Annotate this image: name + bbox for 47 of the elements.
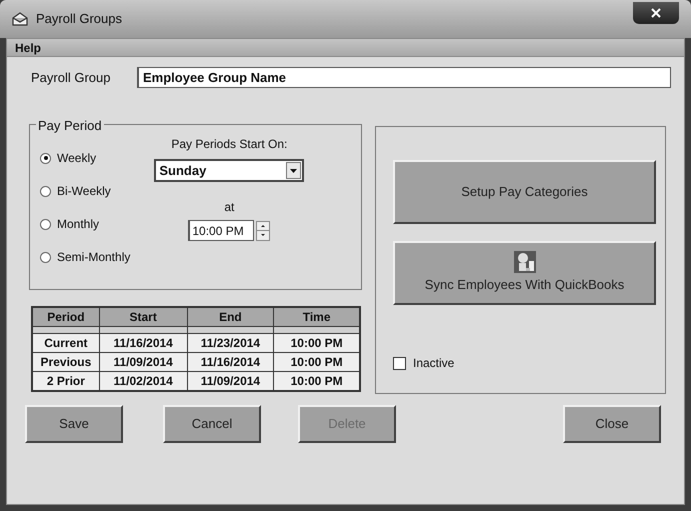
radio-button[interactable] [40, 186, 51, 196]
radio-label: Bi-Weekly [57, 183, 111, 200]
down-arrow-icon [261, 234, 266, 236]
dialog-button[interactable]: Close [563, 405, 661, 443]
radio-button[interactable] [40, 218, 51, 230]
table-cell: 11/16/2014 [188, 353, 274, 371]
radio-label: Weekly [57, 150, 96, 167]
at-label: at [224, 199, 234, 216]
window-title: Payroll Groups [36, 10, 122, 28]
up-arrow-icon [261, 224, 266, 227]
table-cell: 11/16/2014 [100, 334, 188, 352]
spinner[interactable] [256, 220, 270, 240]
day-dropdown[interactable]: Sunday [154, 159, 304, 182]
dropdown-value: Sunday [158, 162, 208, 180]
checkbox[interactable] [393, 356, 406, 370]
column-header: Period [33, 308, 100, 326]
close-icon [651, 8, 661, 18]
input-field[interactable]: Employee Group Name [137, 67, 671, 88]
column-header: Start [100, 308, 188, 326]
radio-label: Semi-Monthly [57, 249, 130, 266]
table-cell: Previous [33, 353, 100, 371]
table-cell-text: 10:00 PM [290, 354, 344, 371]
field-label: Payroll Group [31, 68, 112, 87]
dialog-button[interactable]: Save [25, 405, 123, 443]
table-cell-text: 10:00 PM [290, 335, 344, 352]
dialog-button[interactable]: Cancel [163, 405, 261, 443]
person-computer-icon [514, 251, 536, 274]
table-cell: 11/09/2014 [100, 353, 188, 371]
table-cell: 11/23/2014 [188, 334, 274, 352]
checkbox-label: Inactive [413, 355, 454, 372]
panel-button[interactable]: Setup Pay Categories [393, 160, 656, 224]
column-header: End [188, 308, 274, 326]
table-cell: Current [33, 334, 100, 352]
radio-label: Monthly [57, 216, 100, 233]
close-button[interactable] [633, 2, 679, 24]
menu-item[interactable]: Help [15, 38, 42, 56]
time-field[interactable]: 10:00 PM [188, 220, 254, 241]
panel-button[interactable]: Sync Employees With QuickBooks [393, 241, 656, 305]
column-header: Time [302, 309, 332, 326]
envelope-icon [12, 12, 28, 26]
radio-button[interactable] [40, 152, 51, 164]
table-cell-text: 10:00 PM [290, 373, 344, 390]
radio-button[interactable] [40, 252, 51, 262]
table-cell: 11/09/2014 [188, 372, 274, 390]
table-cell: 2 Prior [33, 372, 100, 390]
start-label: Pay Periods Start On: [171, 136, 288, 153]
table-cell: 11/02/2014 [100, 372, 188, 390]
